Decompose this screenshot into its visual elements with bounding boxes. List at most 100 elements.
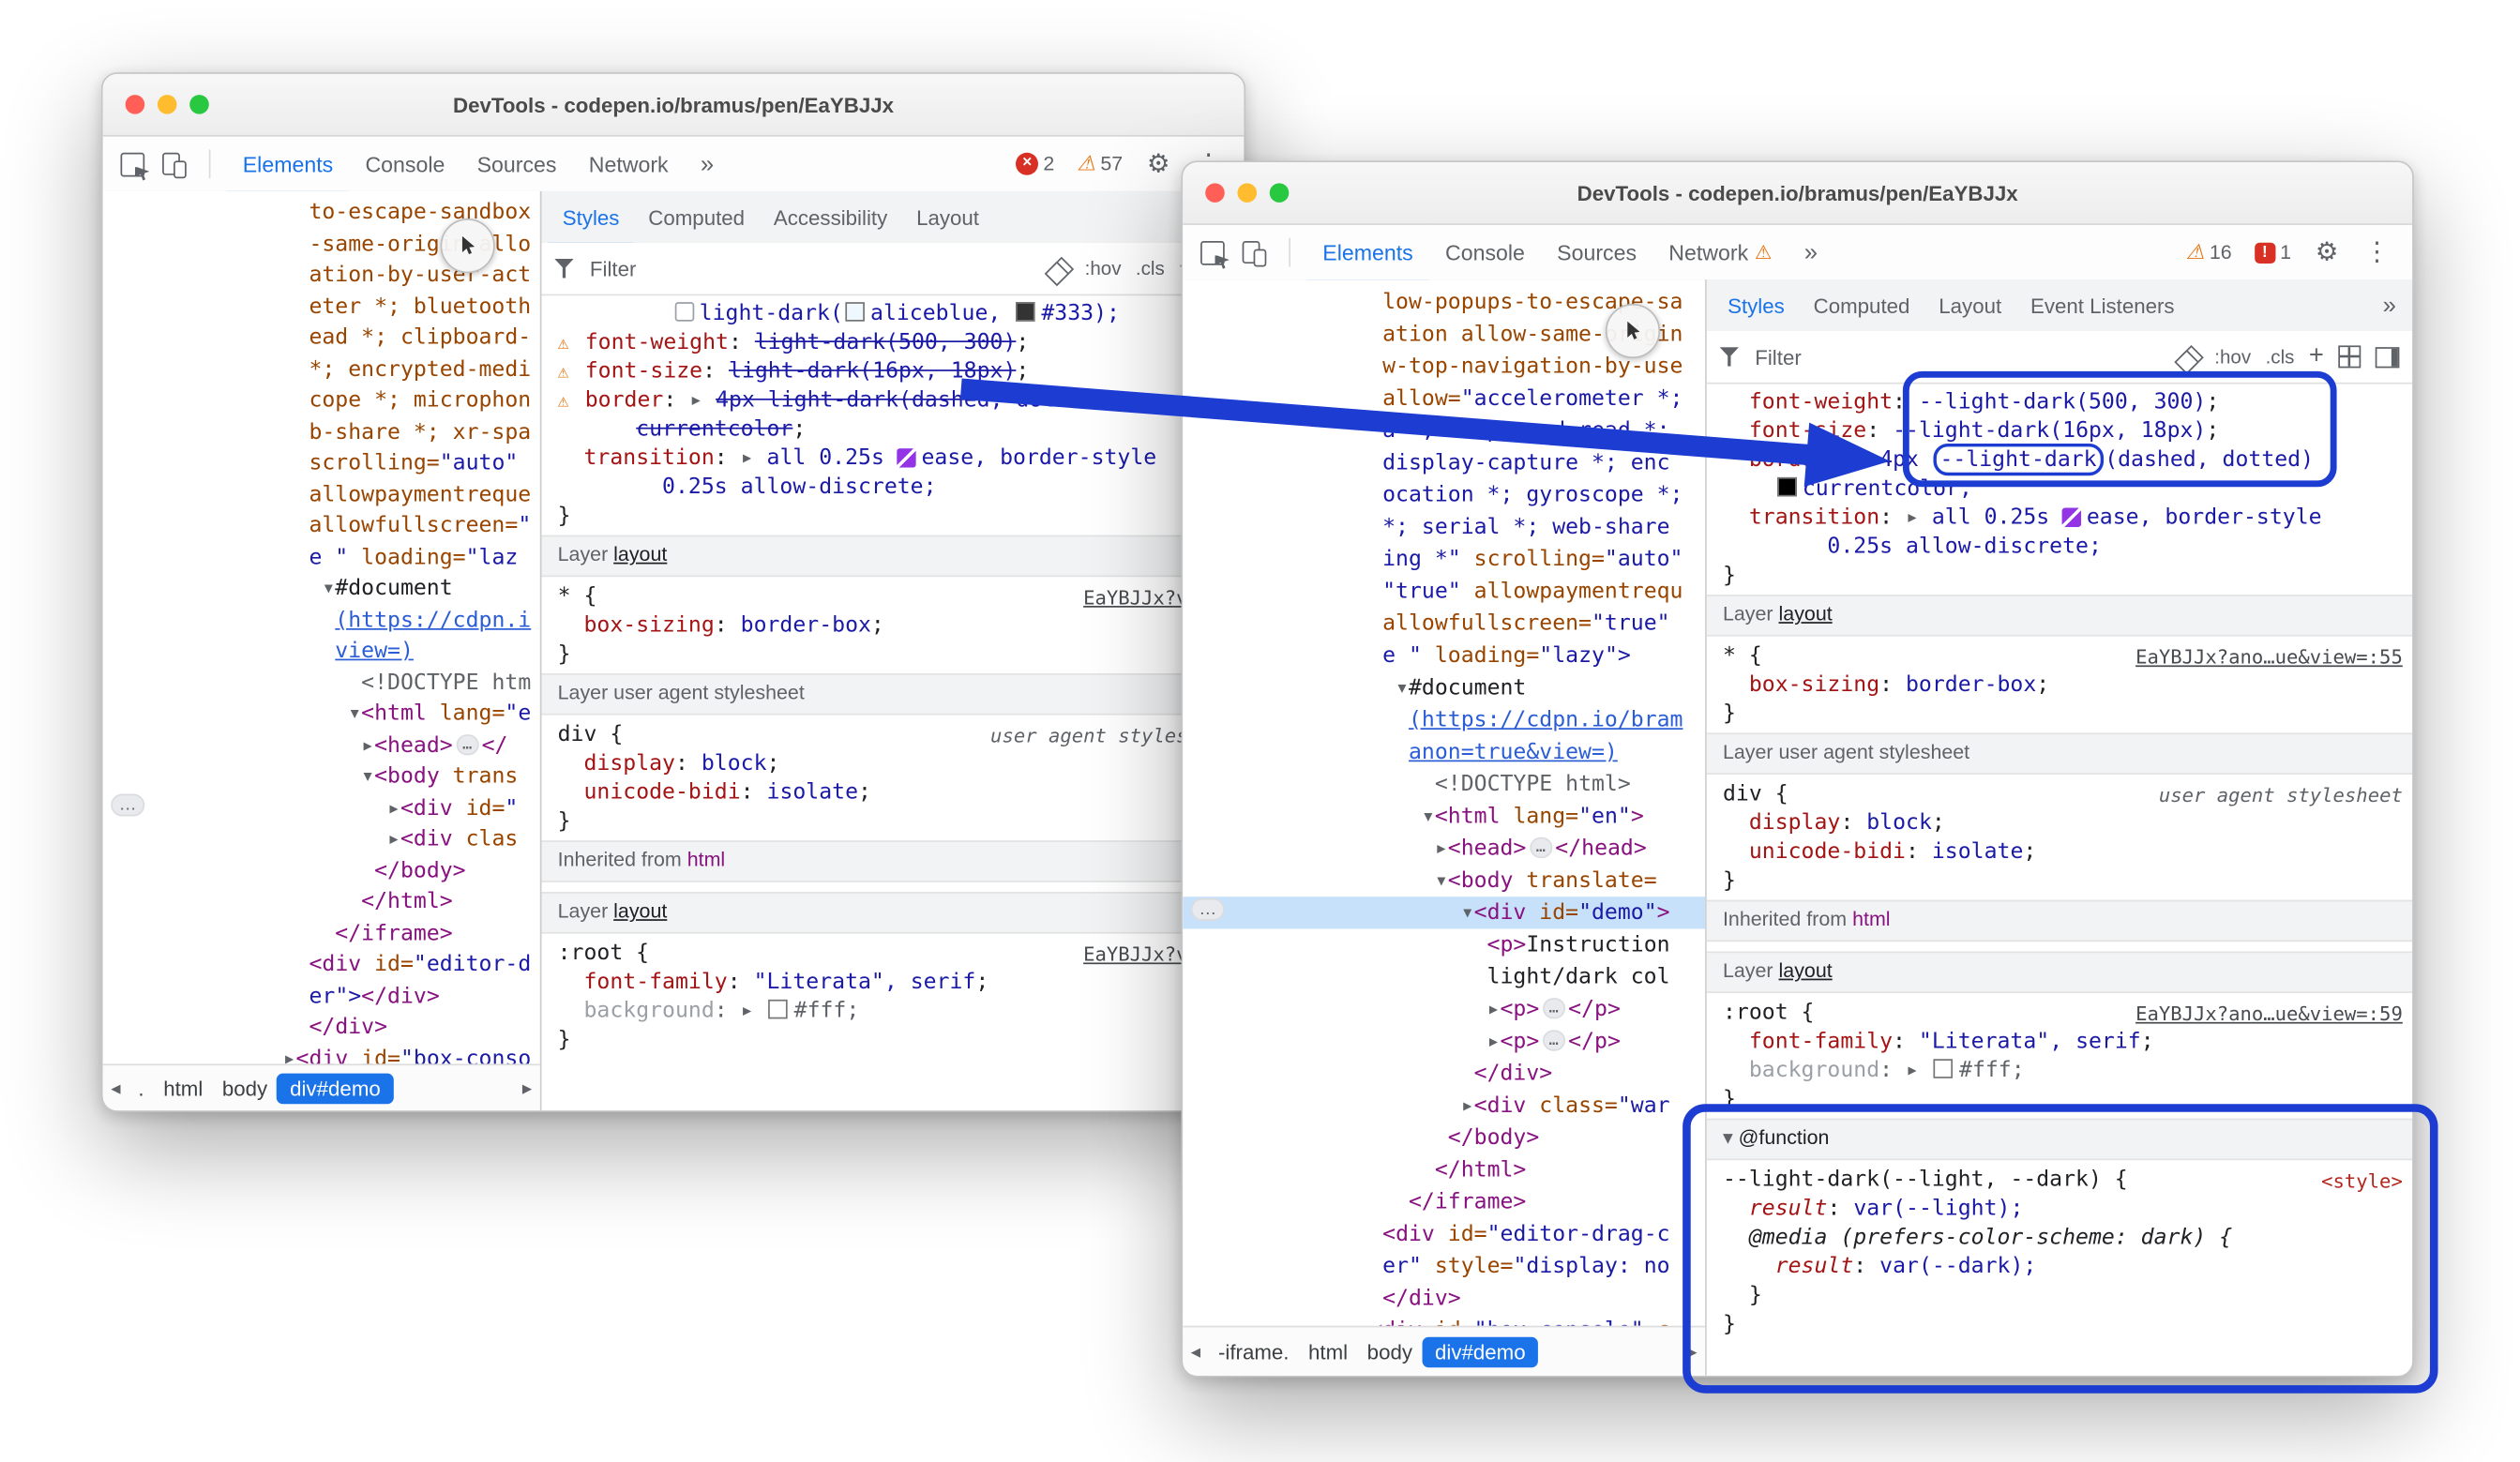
- show-more-button[interactable]: …: [111, 794, 144, 817]
- tab-sources[interactable]: Sources: [1541, 225, 1652, 283]
- dom-tree-node[interactable]: scrolling="auto": [103, 448, 540, 479]
- style-declaration[interactable]: 0.25s allow-discrete;: [1707, 532, 2412, 561]
- dom-tree-node[interactable]: ▾<body translate=: [1183, 865, 1705, 897]
- dom-tree-node[interactable]: allowpaymentreque: [103, 480, 540, 511]
- style-declaration[interactable]: }: [1707, 1085, 2412, 1114]
- dom-tree-node[interactable]: ocation *; gyroscope *;: [1183, 479, 1705, 511]
- layer-link[interactable]: layout: [613, 900, 667, 923]
- warning-count-badge[interactable]: ⚠57: [1077, 151, 1123, 176]
- new-style-rule-button[interactable]: +: [2309, 347, 2324, 367]
- resource-link[interactable]: view=): [335, 638, 414, 663]
- style-declaration[interactable]: 0.25s allow-discrete;: [541, 473, 1244, 502]
- tab-styles[interactable]: Styles: [548, 191, 634, 246]
- dom-tree-node[interactable]: </body>: [103, 855, 540, 886]
- dom-tree-node[interactable]: ▸<p>…</p>: [1183, 993, 1705, 1025]
- style-declaration[interactable]: ⚠border: ▸ 4px light-dark(dashed, dotted: [541, 385, 1244, 414]
- breadcrumb-item-body[interactable]: body: [213, 1073, 278, 1104]
- color-swatch[interactable]: [1934, 1059, 1954, 1078]
- dom-tree-node[interactable]: ead *; clipboard-: [103, 323, 540, 354]
- dom-tree-node[interactable]: ▾<body trans: [103, 761, 540, 792]
- tab-sources[interactable]: Sources: [460, 137, 572, 195]
- dom-tree-node[interactable]: </div>: [103, 1013, 540, 1044]
- tab-layout[interactable]: Layout: [1924, 279, 2016, 334]
- easing-editor-icon[interactable]: [898, 448, 917, 468]
- inline-expand-icon[interactable]: …: [1530, 837, 1552, 858]
- style-declaration[interactable]: div {user agent stylesheet: [1707, 779, 2412, 808]
- dock-side-icon[interactable]: [2376, 346, 2400, 367]
- dom-tree-node[interactable]: "true" allowpaymentrequ: [1183, 575, 1705, 607]
- dom-tree-node[interactable]: <!DOCTYPE htm: [103, 668, 540, 699]
- dom-tree-node[interactable]: view=): [103, 637, 540, 668]
- crumb-scroll-left-icon[interactable]: ◂: [1187, 1340, 1203, 1363]
- style-declaration[interactable]: }: [541, 640, 1244, 669]
- style-declaration[interactable]: div {user agent stylesheet: [541, 720, 1244, 749]
- dom-tree-node[interactable]: ▾<html lang="e: [103, 699, 540, 730]
- dom-tree-node[interactable]: <div id="editor-d: [103, 950, 540, 981]
- style-declaration[interactable]: unicode-bidi: isolate;: [1707, 837, 2412, 867]
- tab-styles[interactable]: Styles: [1713, 279, 1800, 334]
- more-sidebar-tabs-icon[interactable]: »: [2373, 292, 2406, 319]
- rule-source-link[interactable]: EaYBJJx?ano…ue&view=:59: [2135, 1000, 2403, 1029]
- style-declaration[interactable]: :root {EaYBJJx?view=: [541, 939, 1244, 968]
- style-declaration[interactable]: }: [541, 1025, 1244, 1054]
- color-swatch[interactable]: [768, 1000, 788, 1019]
- style-declaration[interactable]: }: [1707, 561, 2412, 590]
- style-declaration[interactable]: * {EaYBJJx?ano…ue&view=:55: [1707, 641, 2412, 671]
- resource-link[interactable]: (https://cdpn.i: [335, 607, 531, 632]
- dom-tree-node[interactable]: ▸<head>…</head>: [1183, 833, 1705, 865]
- dom-tree-node[interactable]: <p>Instruction: [1183, 928, 1705, 960]
- crumb-scroll-left-icon[interactable]: ◂: [108, 1077, 124, 1099]
- crumb-scroll-right-icon[interactable]: ▸: [519, 1077, 535, 1099]
- style-declaration[interactable]: font-family: "Literata", serif;: [541, 968, 1244, 997]
- style-declaration[interactable]: currentcolor;: [1707, 475, 2412, 504]
- dom-tree-node[interactable]: (https://cdpn.i: [103, 605, 540, 636]
- layer-link[interactable]: layout: [613, 543, 667, 565]
- inline-expand-icon[interactable]: …: [1543, 1030, 1565, 1050]
- style-declaration[interactable]: box-sizing: border-box;: [1707, 671, 2412, 700]
- titlebar[interactable]: DevTools - codepen.io/bramus/pen/EaYBJJx: [103, 74, 1245, 137]
- style-declaration[interactable]: transition: ▸ all 0.25s ease, border-sty…: [541, 444, 1244, 473]
- dom-tree-node[interactable]: ing *" scrolling="auto": [1183, 543, 1705, 575]
- tab-network[interactable]: Network⚠: [1652, 225, 1788, 283]
- dom-tree-node[interactable]: </html>: [103, 887, 540, 918]
- breadcrumb-item-div-demo[interactable]: div#demo: [277, 1073, 393, 1104]
- layer-link[interactable]: layout: [1779, 603, 1833, 625]
- tab-computed[interactable]: Computed: [1799, 279, 1924, 334]
- titlebar[interactable]: DevTools - codepen.io/bramus/pen/EaYBJJx: [1183, 162, 2412, 225]
- dom-tree-node[interactable]: ▸<div clas: [103, 824, 540, 855]
- tab-event-listeners[interactable]: Event Listeners: [2016, 279, 2189, 334]
- grid-overlay-icon[interactable]: [2338, 345, 2361, 368]
- dom-tree-node[interactable]: <div id="editor-drag-c: [1183, 1218, 1705, 1250]
- breadcrumb-item-html[interactable]: html: [1299, 1336, 1358, 1367]
- tab-console[interactable]: Console: [1429, 225, 1541, 283]
- breadcrumb-item--[interactable]: .: [128, 1073, 154, 1104]
- tab-elements[interactable]: Elements: [1306, 225, 1429, 283]
- tab-computed[interactable]: Computed: [634, 191, 760, 246]
- style-declaration[interactable]: result: var(--dark);: [1707, 1252, 2412, 1281]
- dom-tree-node[interactable]: a *; clipboard-read *;: [1183, 414, 1705, 446]
- dom-tree-node[interactable]: ▾<div id="demo">: [1183, 897, 1705, 928]
- style-declaration[interactable]: currentcolor;: [541, 414, 1244, 444]
- style-declaration[interactable]: transition: ▸ all 0.25s ease, border-sty…: [1707, 503, 2412, 532]
- dom-tree-node[interactable]: </iframe>: [1183, 1186, 1705, 1218]
- style-declaration[interactable]: --light-dark(--light, --dark) {<style>: [1707, 1165, 2412, 1194]
- breadcrumb-item-div-demo[interactable]: div#demo: [1422, 1336, 1538, 1367]
- resource-link[interactable]: (https://cdpn.io/bram: [1409, 707, 1683, 732]
- more-tabs-icon[interactable]: »: [691, 150, 724, 177]
- dom-tree-node[interactable]: allowfullscreen=": [103, 511, 540, 542]
- style-declaration[interactable]: font-size: --light-dark(16px, 18px);: [1707, 416, 2412, 445]
- style-declaration[interactable]: background: ▸ #fff;: [541, 996, 1244, 1025]
- dom-tree-node[interactable]: er" style="display: no: [1183, 1250, 1705, 1282]
- color-swatch[interactable]: [1776, 477, 1796, 497]
- dom-tree-node[interactable]: allowfullscreen="true": [1183, 608, 1705, 640]
- style-declaration[interactable]: :root {EaYBJJx?ano…ue&view=:59: [1707, 998, 2412, 1027]
- style-declaration[interactable]: }: [1707, 867, 2412, 896]
- menu-dots-icon[interactable]: ⋮: [2354, 236, 2399, 268]
- dom-tree-node[interactable]: ▾<html lang="en">: [1183, 800, 1705, 832]
- toggle-hover-button[interactable]: :hov: [1085, 257, 1122, 279]
- rule-source-link[interactable]: user agent stylesheet: [2159, 781, 2403, 810]
- toggle-class-button[interactable]: .cls: [1136, 257, 1165, 279]
- style-declaration[interactable]: display: block;: [1707, 808, 2412, 837]
- style-declaration[interactable]: background: ▸ #fff;: [1707, 1056, 2412, 1085]
- layer-link[interactable]: layout: [1779, 959, 1833, 982]
